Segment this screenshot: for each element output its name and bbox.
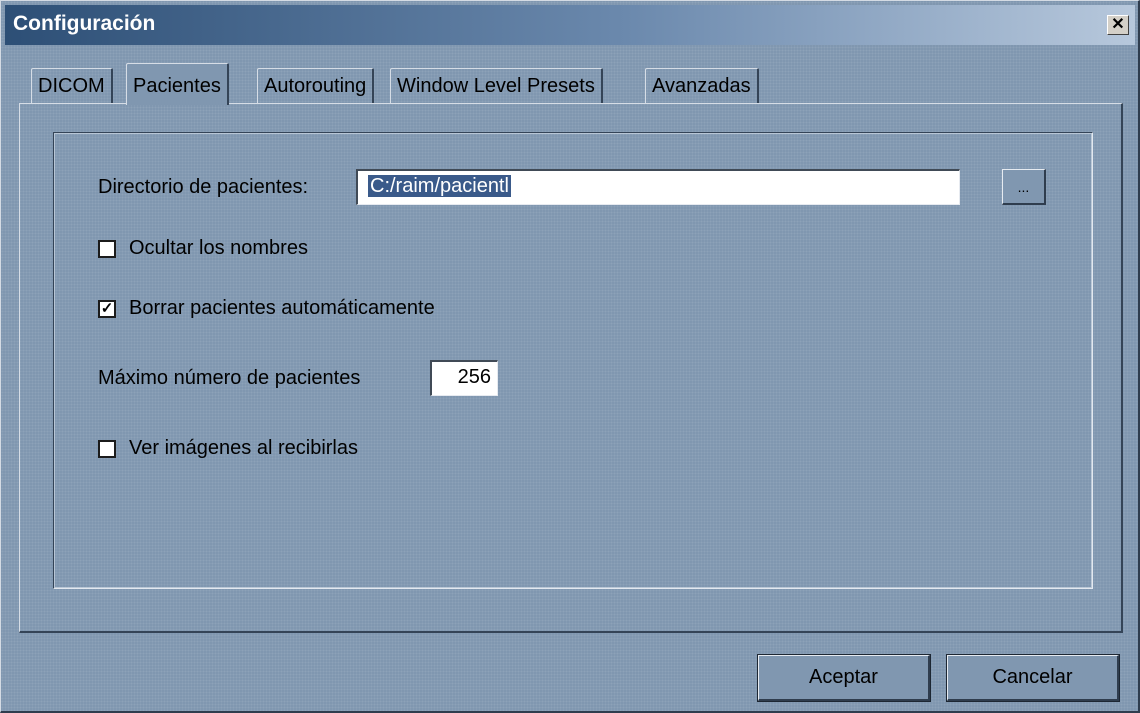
cancel-button[interactable]: Cancelar	[946, 654, 1120, 702]
tab-pacientes[interactable]: Pacientes	[126, 63, 229, 105]
tab-label: DICOM	[38, 75, 105, 97]
close-button[interactable]: ✕	[1107, 15, 1129, 35]
accept-label: Aceptar	[809, 666, 878, 688]
tab-label: Pacientes	[133, 75, 221, 97]
close-icon: ✕	[1111, 16, 1125, 33]
tab-label: Avanzadas	[652, 75, 751, 97]
tab-autorouting[interactable]: Autorouting	[257, 68, 375, 104]
tab-label: Autorouting	[264, 75, 367, 97]
tab-window-level-presets[interactable]: Window Level Presets	[390, 68, 603, 104]
title-bar[interactable]: Configuración ✕	[5, 5, 1135, 45]
tab-dicom[interactable]: DICOM	[31, 68, 113, 104]
cancel-label: Cancelar	[992, 666, 1073, 688]
tab-avanzadas[interactable]: Avanzadas	[645, 68, 759, 104]
window-title: Configuración	[13, 12, 156, 35]
configuration-dialog: Configuración ✕ DICOM Pacientes Autorout…	[0, 0, 1140, 713]
tab-label: Window Level Presets	[397, 75, 595, 97]
tab-panel-pacientes	[19, 103, 1123, 633]
accept-button[interactable]: Aceptar	[757, 654, 931, 702]
